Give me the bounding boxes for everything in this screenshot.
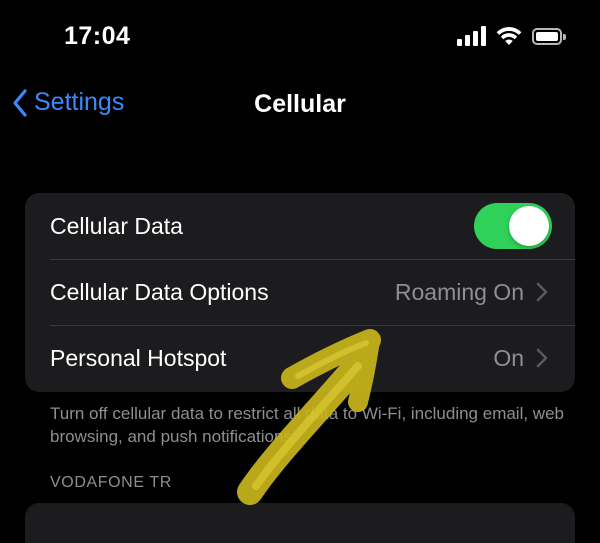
section-header-carrier: VODAFONE TR [50,474,172,491]
cellular-data-toggle[interactable] [474,203,552,249]
row-cellular-data-options[interactable]: Cellular Data Options Roaming On [25,259,575,325]
chevron-right-icon [536,348,548,368]
page-title: Cellular [254,90,346,118]
status-icons [457,26,566,46]
chevron-right-icon [536,282,548,302]
row-personal-hotspot[interactable]: Personal Hotspot On [25,325,575,391]
wifi-icon [496,27,522,45]
cellular-settings-group: Cellular Data Cellular Data Options Roam… [25,193,575,392]
status-time: 17:04 [64,22,131,50]
row-label: Cellular Data [50,212,183,239]
row-cellular-data: Cellular Data [25,193,575,259]
row-label: Personal Hotspot [50,344,227,371]
carrier-settings-group [25,503,575,543]
row-label: Cellular Data Options [50,278,269,305]
battery-icon [532,27,566,45]
row-value: On [493,344,524,371]
signal-icon [457,26,486,46]
cellular-data-footnote: Turn off cellular data to restrict all d… [50,404,564,446]
row-value: Roaming On [394,278,524,305]
toggle-knob [509,206,549,246]
